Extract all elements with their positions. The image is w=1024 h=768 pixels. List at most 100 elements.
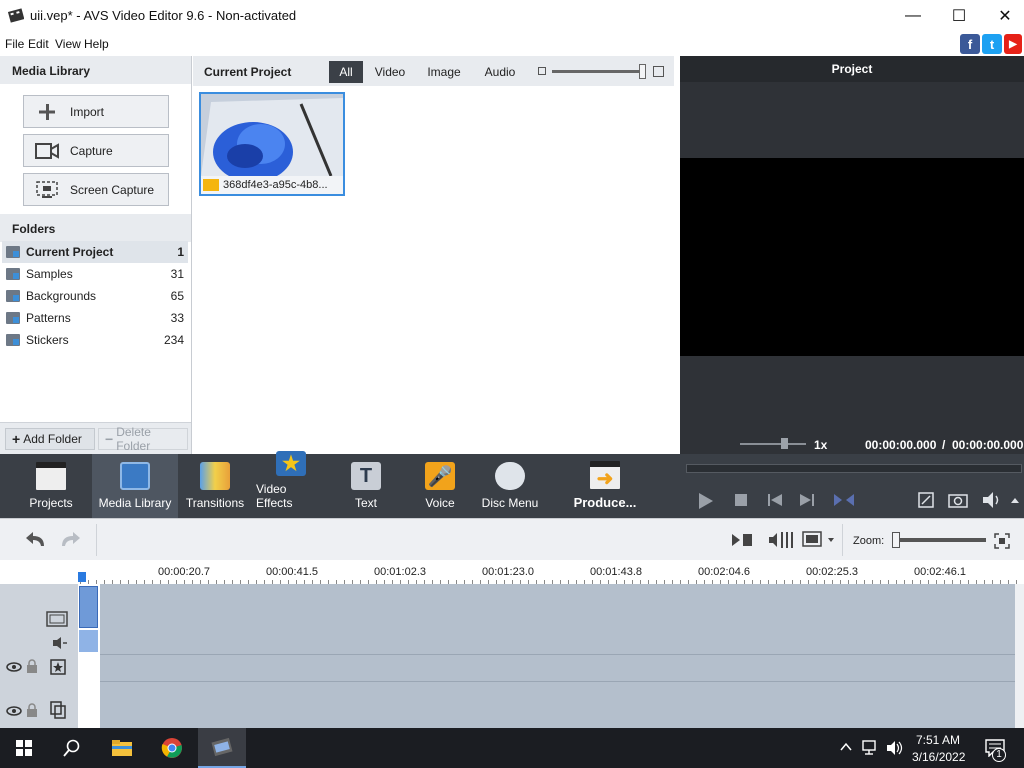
thumbnail-size-slider-handle[interactable] [639, 64, 646, 79]
chevron-up-icon[interactable] [840, 742, 852, 752]
playback-speed-handle[interactable] [781, 438, 788, 449]
chrome-icon [161, 738, 182, 758]
screen-capture-label: Screen Capture [70, 182, 155, 197]
menu-help[interactable]: Help [84, 37, 109, 51]
audio-settings-icon[interactable] [768, 530, 794, 550]
capture-button[interactable]: Capture [23, 134, 169, 167]
avs-video-editor-taskbar-button[interactable] [198, 728, 246, 768]
transitions-button[interactable]: Transitions [184, 454, 246, 518]
storyboard-view-icon[interactable] [802, 531, 836, 549]
folder-item-backgrounds[interactable]: Backgrounds 65 [2, 285, 188, 307]
large-thumbnail-icon[interactable] [653, 66, 664, 77]
menu-view[interactable]: View [55, 37, 81, 51]
star-film-icon: ★ [276, 451, 306, 476]
disc-menu-button[interactable]: Disc Menu [480, 454, 540, 518]
produce-button[interactable]: ➜ Produce... [568, 454, 642, 518]
search-button[interactable] [48, 728, 96, 768]
folder-item-samples[interactable]: Samples 31 [2, 263, 188, 285]
timeline-tracks[interactable] [78, 584, 1015, 728]
folder-count: 234 [163, 333, 184, 347]
track-divider [78, 681, 1015, 682]
menu-file[interactable]: File [5, 37, 24, 51]
close-button[interactable]: ✕ [982, 0, 1024, 32]
folder-icon [6, 268, 20, 280]
audio-clip-on-timeline[interactable] [79, 630, 98, 652]
chrome-button[interactable] [148, 728, 196, 768]
import-button[interactable]: Import [23, 95, 169, 128]
video-clip-on-timeline[interactable] [79, 586, 98, 628]
eye-icon[interactable] [6, 705, 22, 717]
folder-name: Samples [26, 267, 73, 281]
small-thumbnail-icon[interactable] [538, 67, 546, 75]
media-library-label: Media Library [98, 496, 172, 510]
media-clip-thumbnail[interactable]: 368df4e3-a95c-4b8... [199, 92, 345, 196]
preview-heading: Project [680, 56, 1024, 82]
chevron-up-icon[interactable] [1010, 496, 1020, 504]
folder-name: Current Project [26, 245, 114, 259]
playhead-marker[interactable] [78, 572, 86, 582]
next-frame-icon[interactable] [800, 494, 814, 506]
zoom-slider[interactable] [894, 538, 986, 542]
produce-label: Produce... [573, 495, 637, 510]
youtube-icon[interactable]: ▶ [1004, 34, 1022, 54]
snapshot-icon[interactable] [948, 492, 968, 508]
video-effects-button[interactable]: ★ Video Effects [256, 451, 326, 518]
taskbar-time[interactable]: 7:51 AM [916, 733, 960, 747]
playback-progress-bar[interactable] [686, 464, 1022, 473]
time-separator: / [942, 438, 946, 452]
facebook-icon[interactable]: f [960, 34, 980, 54]
speaker-icon[interactable] [886, 740, 904, 756]
ruler-label: 00:01:43.8 [590, 566, 642, 578]
maximize-button[interactable]: ☐ [936, 0, 982, 32]
file-explorer-button[interactable] [98, 728, 146, 768]
title-bar: uii.vep* - AVS Video Editor 9.6 - Non-ac… [0, 0, 1024, 32]
zoom-slider-handle[interactable] [892, 532, 900, 548]
clip-preview-image [201, 94, 343, 176]
filter-tab-video[interactable]: Video [368, 61, 412, 83]
video-effects-label: Video Effects [256, 482, 293, 510]
volume-icon[interactable] [982, 491, 1002, 509]
projects-button[interactable]: Projects [20, 454, 82, 518]
projects-label: Projects [29, 496, 73, 510]
playback-speed-slider[interactable] [740, 443, 806, 445]
filter-tab-audio[interactable]: Audio [478, 61, 522, 83]
play-icon[interactable] [696, 492, 714, 510]
lock-icon[interactable] [26, 703, 38, 717]
network-icon[interactable] [862, 740, 880, 756]
timeline-scrollbar[interactable] [1015, 584, 1024, 728]
folders-heading: Folders [0, 214, 191, 242]
eye-icon[interactable] [6, 661, 22, 673]
menu-edit[interactable]: Edit [28, 37, 49, 51]
thumbnail-size-slider[interactable] [552, 70, 646, 73]
folder-item-current-project[interactable]: Current Project 1 [2, 241, 188, 263]
track-mute-icon[interactable] [52, 636, 68, 650]
folder-icon [6, 312, 20, 324]
clip-name: 368df4e3-a95c-4b8... [223, 179, 328, 191]
undo-icon[interactable] [24, 530, 48, 550]
stop-icon[interactable] [735, 494, 747, 506]
fullscreen-icon[interactable] [918, 492, 934, 508]
text-button[interactable]: T Text [342, 454, 390, 518]
media-library-button[interactable]: Media Library [92, 454, 178, 518]
clapperboard-icon [36, 462, 66, 490]
previous-frame-icon[interactable] [768, 494, 782, 506]
screen-capture-button[interactable]: Screen Capture [23, 173, 169, 206]
twitter-icon[interactable]: t [982, 34, 1002, 54]
delete-folder-button[interactable]: − Delete Folder [98, 425, 188, 453]
filter-tab-image[interactable]: Image [420, 61, 468, 83]
fit-timeline-icon[interactable] [994, 533, 1010, 549]
capture-label: Capture [70, 143, 113, 158]
start-button[interactable] [0, 728, 48, 768]
add-folder-button[interactable]: + Add Folder [5, 428, 95, 450]
redo-icon[interactable] [58, 530, 82, 550]
ruler-label: 00:02:46.1 [914, 566, 966, 578]
split-icon[interactable] [834, 494, 854, 506]
folder-item-stickers[interactable]: Stickers 234 [2, 329, 188, 351]
filter-tab-all[interactable]: All [329, 61, 363, 83]
voice-button[interactable]: 🎤 Voice [416, 454, 464, 518]
taskbar-date[interactable]: 3/16/2022 [912, 750, 965, 764]
split-clip-icon[interactable] [730, 533, 754, 547]
lock-icon[interactable] [26, 659, 38, 673]
folder-item-patterns[interactable]: Patterns 33 [2, 307, 188, 329]
minimize-button[interactable]: — [890, 0, 936, 32]
